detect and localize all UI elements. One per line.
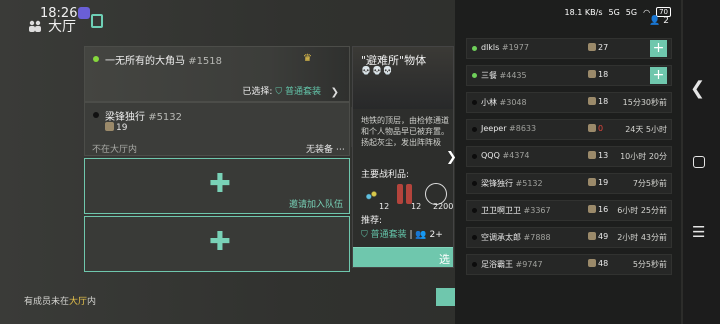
app-notification-icon <box>78 7 90 19</box>
chevron-right-icon[interactable]: ❯ <box>331 87 339 98</box>
recommend-kit: ⛉ 普通套装 | 👥 2+ <box>361 230 443 240</box>
equipment-status[interactable]: 无装备 ⋯ <box>306 142 345 155</box>
menu-icon[interactable]: ☰ <box>692 223 705 241</box>
coin-icon <box>588 43 596 51</box>
friend-coins: 27 <box>588 43 608 52</box>
friend-name: 梁锋独行 #5132 <box>481 179 543 188</box>
home-icon[interactable] <box>693 156 705 168</box>
friend-coins: 19 <box>588 178 608 187</box>
friend-coins: 48 <box>588 259 608 268</box>
game-screen: 18:26 大厅 一无所有的大角马 #1518 ♛ 已选择: ⛉ 普通套装 ❯ … <box>0 0 720 324</box>
status-dot <box>472 208 477 213</box>
friend-coins: 0 <box>588 124 603 133</box>
map-info-panel: "避难所"物体 💀💀💀 地铁的顶层，由检修通道和个人物品早已被弃置。扬起灰尘，发… <box>352 46 454 268</box>
status-dot <box>472 73 477 78</box>
status-dot <box>472 154 477 159</box>
empty-slot[interactable]: ✚ <box>84 216 350 272</box>
player-name: 一无所有的大角马 #1518 <box>105 56 223 67</box>
status-dot <box>472 100 477 105</box>
friend-row[interactable]: 卫卫啊卫卫 #3367 16 6小时 25分前 <box>466 200 672 221</box>
coin-icon <box>588 70 596 78</box>
last-seen: 15分30秒前 <box>622 98 667 107</box>
friend-coins: 49 <box>588 232 608 241</box>
friend-name: 三餐 #4435 <box>481 71 527 80</box>
difficulty-skulls: 💀💀💀 <box>361 66 394 75</box>
status-dot <box>472 127 477 132</box>
last-seen: 2小时 43分前 <box>617 233 667 242</box>
coin-icon <box>588 124 596 132</box>
chat-button[interactable] <box>436 288 456 306</box>
collapse-drawer-icon[interactable]: ❯ <box>446 150 458 174</box>
friend-row[interactable]: QQQ #4374 13 10小时 20分 <box>466 146 672 167</box>
friend-name: 足浴霸王 #9747 <box>481 260 543 269</box>
last-seen: 7分5秒前 <box>632 179 667 188</box>
status-dot <box>472 262 477 267</box>
signal-5g: 5G <box>608 7 620 17</box>
loot-count: 12 <box>379 202 390 211</box>
group-icon <box>28 20 42 32</box>
player-name: 梁锋独行 #5132 <box>105 112 183 123</box>
network-speed: 18.1 KB/s <box>564 7 603 17</box>
friend-row[interactable]: 小林 #3048 18 15分30秒前 <box>466 92 672 113</box>
player-card-leader[interactable]: 一无所有的大角马 #1518 ♛ 已选择: ⛉ 普通套装 ❯ <box>84 46 403 102</box>
friend-name: 卫卫啊卫卫 #3367 <box>481 206 551 215</box>
back-icon[interactable]: ❮ <box>690 78 705 99</box>
friend-name: dlkls #1977 <box>481 43 529 52</box>
lobby-warning: 有成员未在大厅内 <box>24 297 97 307</box>
offline-status-dot <box>93 112 99 118</box>
crown-icon: ♛ <box>303 53 312 64</box>
status-dot <box>472 46 477 51</box>
coin-icon <box>588 205 596 213</box>
coin-icon <box>588 97 596 105</box>
map-description: 地铁的顶层，由检修通道和个人物品早已被弃置。扬起灰尘，发出阵阵极 <box>361 116 449 147</box>
friend-coins: 16 <box>588 205 608 214</box>
select-map-button[interactable]: 选 <box>353 247 453 267</box>
plus-icon: ✚ <box>209 169 231 199</box>
last-seen: 24天 5小时 <box>625 125 667 134</box>
last-seen: 10小时 20分 <box>620 152 667 161</box>
plus-icon: ✚ <box>209 227 231 257</box>
friend-name: QQQ #4374 <box>481 151 530 160</box>
coin-icon <box>588 232 596 240</box>
loot-label: 主要战利品: <box>361 170 410 180</box>
coin-icon <box>105 122 114 131</box>
inventory-icon[interactable] <box>91 14 103 28</box>
invite-label[interactable]: 邀请加入队伍 <box>289 197 343 210</box>
kit-icon: ⛉ <box>275 87 283 97</box>
not-in-lobby-label: 不在大厅内 <box>92 145 138 155</box>
friend-name: Jeeper #8633 <box>481 124 537 133</box>
coin-icon <box>588 178 596 186</box>
friend-row[interactable]: 空调承太郎 #7888 49 2小时 43分前 <box>466 227 672 248</box>
invite-friend-button[interactable]: + <box>650 67 667 84</box>
friend-coins: 13 <box>588 151 608 160</box>
friend-row[interactable]: dlkls #1977 27 + <box>466 38 672 59</box>
friend-coins: 18 <box>588 97 608 106</box>
friend-row[interactable]: 足浴霸王 #9747 48 5分5秒前 <box>466 254 672 275</box>
signal-5g: 5G <box>625 7 638 17</box>
player-coins: 19 <box>105 122 127 133</box>
friend-row[interactable]: 梁锋独行 #5132 19 7分5秒前 <box>466 173 672 194</box>
coin-icon <box>588 259 596 267</box>
status-dot <box>472 235 477 240</box>
online-status-dot <box>93 56 99 62</box>
empty-slot[interactable]: ✚ 邀请加入队伍 <box>84 158 350 214</box>
recommend-label: 推荐: <box>361 216 383 226</box>
invite-friend-button[interactable]: + <box>650 40 667 57</box>
loot-count: 2200 <box>433 202 454 211</box>
status-dot <box>472 181 477 186</box>
friend-row[interactable]: Jeeper #8633 0 24天 5小时 <box>466 119 672 140</box>
friend-name: 小林 #3048 <box>481 98 527 107</box>
lobby-header: 大厅 <box>28 16 76 36</box>
loot-count: 12 <box>411 202 422 211</box>
friend-row[interactable]: 三餐 #4435 18 + <box>466 65 672 86</box>
last-seen: 5分5秒前 <box>632 260 667 269</box>
friend-coins: 18 <box>588 70 608 79</box>
friend-name: 空调承太郎 #7888 <box>481 233 551 242</box>
selected-kit[interactable]: 已选择: ⛉ 普通套装 <box>242 84 321 97</box>
online-count: 👤 2 <box>649 16 669 26</box>
last-seen: 6小时 25分前 <box>617 206 667 215</box>
lobby-title: 大厅 <box>48 19 76 35</box>
coin-icon <box>588 151 596 159</box>
